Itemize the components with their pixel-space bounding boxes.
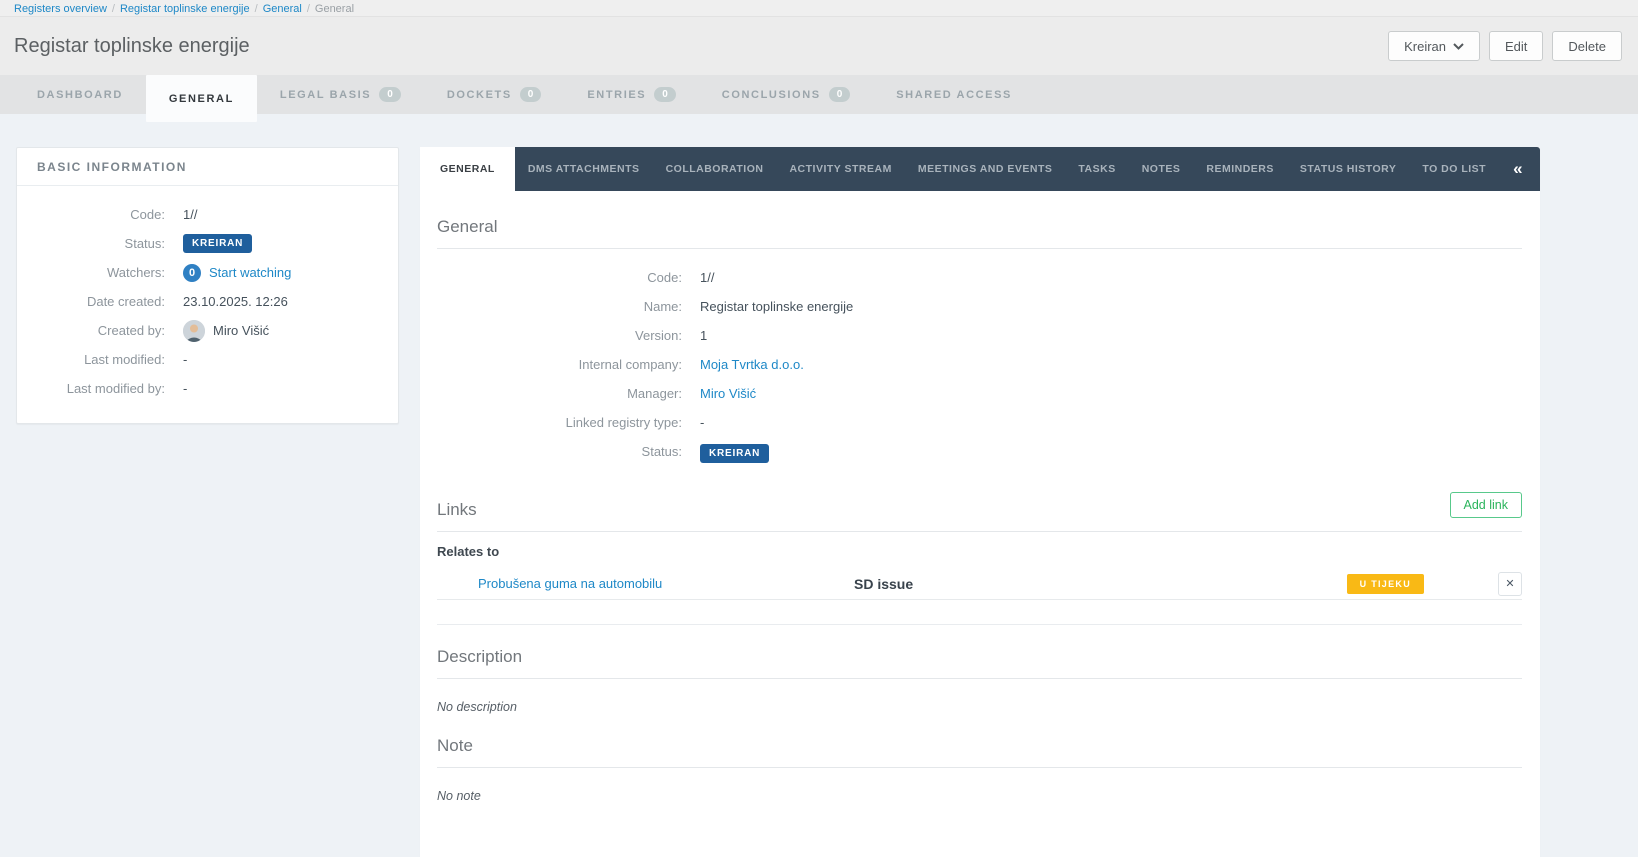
tab-count-badge: 0 xyxy=(379,87,401,102)
tab-entries[interactable]: ENTRIES0 xyxy=(564,75,698,114)
detail-tab-to-do-list[interactable]: TO DO LIST xyxy=(1409,147,1499,191)
top-header: Registers overview / Registar toplinske … xyxy=(0,0,1638,114)
detail-tab-meetings-and-events[interactable]: MEETINGS AND EVENTS xyxy=(905,147,1066,191)
internal-company-link[interactable]: Moja Tvrtka d.o.o. xyxy=(700,357,804,372)
field-last-modified-by: Last modified by: - xyxy=(33,374,378,403)
detail-tab-tasks[interactable]: TASKS xyxy=(1065,147,1128,191)
detail-tab-dms-attachments[interactable]: DMS ATTACHMENTS xyxy=(515,147,653,191)
manager-link[interactable]: Miro Višić xyxy=(700,386,756,401)
detail-tab-activity-stream[interactable]: ACTIVITY STREAM xyxy=(776,147,904,191)
breadcrumb-link-register[interactable]: Registar toplinske energije xyxy=(120,3,250,15)
tab-general[interactable]: GENERAL xyxy=(146,75,257,122)
link-row: Probušena guma na automobilu SD issue U … xyxy=(437,568,1522,600)
tab-count-badge: 0 xyxy=(654,87,676,102)
tab-count-badge: 0 xyxy=(829,87,851,102)
general-field-internal-company: Internal company: Moja Tvrtka d.o.o. xyxy=(437,350,1522,379)
add-link-button[interactable]: Add link xyxy=(1450,492,1522,518)
close-icon: ✕ xyxy=(1505,577,1514,590)
title-row: Registar toplinske energije Kreiran Edit… xyxy=(0,17,1638,75)
breadcrumb-link-registers-overview[interactable]: Registers overview xyxy=(14,3,107,15)
detail-tab-notes[interactable]: NOTES xyxy=(1129,147,1194,191)
general-field-code: Code: 1// xyxy=(437,263,1522,292)
basic-information-panel: BASIC INFORMATION Code: 1// Status: KREI… xyxy=(16,147,399,424)
breadcrumb-separator: / xyxy=(255,3,258,15)
status-dropdown-button[interactable]: Kreiran xyxy=(1388,31,1480,61)
field-created-by: Created by: Miro Višić xyxy=(33,316,378,345)
start-watching-link[interactable]: Start watching xyxy=(209,265,291,280)
breadcrumb-link-general[interactable]: General xyxy=(263,3,302,15)
general-field-name: Name: Registar toplinske energije xyxy=(437,292,1522,321)
status-badge: KREIRAN xyxy=(700,444,769,463)
links-section-title: Links xyxy=(437,500,477,520)
note-section-title: Note xyxy=(437,726,1522,768)
general-field-status: Status: KREIRAN xyxy=(437,437,1522,466)
user-avatar xyxy=(183,320,205,342)
breadcrumb-current: General xyxy=(315,3,354,15)
general-field-linked-registry-type: Linked registry type: - xyxy=(437,408,1522,437)
detail-tab-reminders[interactable]: REMINDERS xyxy=(1193,147,1287,191)
content-area: BASIC INFORMATION Code: 1// Status: KREI… xyxy=(0,114,1638,857)
edit-button[interactable]: Edit xyxy=(1489,31,1543,61)
tab-dockets[interactable]: DOCKETS0 xyxy=(424,75,565,114)
detail-tab-status-history[interactable]: STATUS HISTORY xyxy=(1287,147,1409,191)
breadcrumb-separator: / xyxy=(307,3,310,15)
linked-item-link[interactable]: Probušena guma na automobilu xyxy=(478,576,662,591)
remove-link-button[interactable]: ✕ xyxy=(1498,572,1522,596)
field-last-modified: Last modified: - xyxy=(33,345,378,374)
chevron-down-icon xyxy=(1453,43,1464,50)
detail-tab-general[interactable]: GENERAL xyxy=(420,147,515,191)
note-empty-text: No note xyxy=(437,768,1522,815)
field-date-created: Date created: 23.10.2025. 12:26 xyxy=(33,287,378,316)
field-watchers: Watchers: 0 Start watching xyxy=(33,258,378,287)
basic-information-title: BASIC INFORMATION xyxy=(17,148,398,186)
tab-legal-basis[interactable]: LEGAL BASIS0 xyxy=(257,75,424,114)
general-section-title: General xyxy=(437,207,1522,249)
register-detail-panel: GENERAL DMS ATTACHMENTS COLLABORATION AC… xyxy=(420,147,1540,857)
page: Registers overview / Registar toplinske … xyxy=(0,0,1638,857)
breadcrumb: Registers overview / Registar toplinske … xyxy=(0,0,1638,17)
status-dropdown-label: Kreiran xyxy=(1404,39,1446,54)
detail-tab-collaboration[interactable]: COLLABORATION xyxy=(653,147,777,191)
description-section-title: Description xyxy=(437,637,1522,679)
tab-conclusions[interactable]: CONCLUSIONS0 xyxy=(699,75,873,114)
field-code: Code: 1// xyxy=(33,200,378,229)
main-tab-bar: DASHBOARD GENERAL LEGAL BASIS0 DOCKETS0 … xyxy=(0,75,1638,114)
status-badge: KREIRAN xyxy=(183,234,252,253)
tab-dashboard[interactable]: DASHBOARD xyxy=(14,75,146,114)
field-status: Status: KREIRAN xyxy=(33,229,378,258)
header-actions: Kreiran Edit Delete xyxy=(1388,31,1622,61)
linked-item-type: SD issue xyxy=(854,576,1347,592)
detail-tab-bar: GENERAL DMS ATTACHMENTS COLLABORATION AC… xyxy=(420,147,1540,191)
collapse-tabs-icon[interactable]: « xyxy=(1499,147,1536,191)
general-field-version: Version: 1 xyxy=(437,321,1522,350)
watchers-count-badge[interactable]: 0 xyxy=(183,264,201,282)
link-group-label: Relates to xyxy=(437,532,1522,568)
section-divider xyxy=(437,624,1522,625)
breadcrumb-separator: / xyxy=(112,3,115,15)
page-title: Registar toplinske energije xyxy=(14,35,250,58)
links-section-header: Links Add link xyxy=(437,476,1522,532)
delete-button[interactable]: Delete xyxy=(1552,31,1622,61)
tab-count-badge: 0 xyxy=(520,87,542,102)
general-field-manager: Manager: Miro Višić xyxy=(437,379,1522,408)
description-empty-text: No description xyxy=(437,679,1522,726)
tab-shared-access[interactable]: SHARED ACCESS xyxy=(873,75,1035,114)
linked-item-status-badge: U TIJEKU xyxy=(1347,574,1424,594)
